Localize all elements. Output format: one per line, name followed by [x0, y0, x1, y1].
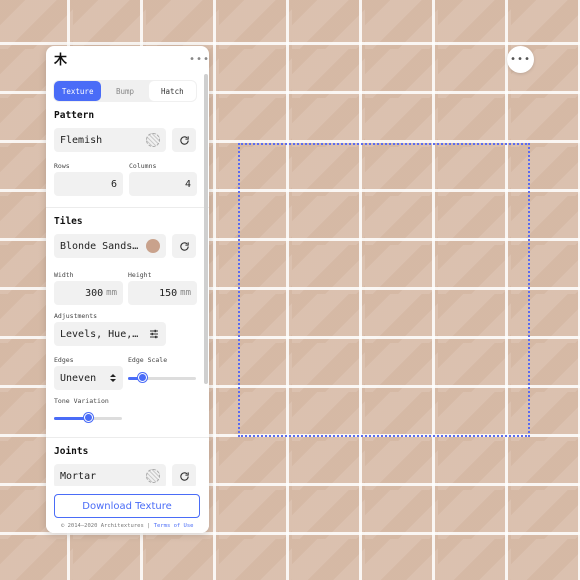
edges-select[interactable]: Uneven: [54, 366, 123, 390]
joint-refresh-button[interactable]: [172, 464, 196, 488]
pattern-select[interactable]: Flemish: [54, 128, 166, 152]
edges-value: Uneven: [60, 372, 97, 384]
tile-color-swatch: [146, 239, 160, 253]
pattern-thumbnail-icon: [146, 133, 160, 147]
rows-label: Rows: [54, 162, 70, 170]
columns-value: 4: [184, 178, 191, 190]
pattern-value: Flemish: [60, 134, 103, 146]
tab-texture[interactable]: Texture: [54, 81, 102, 101]
refresh-icon: [179, 241, 189, 251]
slider-fill: [54, 417, 88, 420]
slider-handle[interactable]: [84, 413, 93, 422]
tile-width-value: 300: [85, 287, 104, 299]
tone-variation-label: Tone Variation: [54, 397, 109, 405]
slider-handle[interactable]: [137, 373, 147, 382]
joint-material-value: Mortar: [60, 470, 97, 482]
sliders-icon: [150, 329, 158, 339]
tone-variation-slider[interactable]: [54, 413, 122, 423]
adjustments-value: Levels, Hue,…: [60, 328, 139, 340]
tile-height-value: 150: [159, 287, 178, 299]
columns-input[interactable]: 4: [129, 172, 197, 196]
pattern-section-title: Pattern: [54, 110, 95, 121]
refresh-icon: [179, 471, 189, 481]
section-divider: [46, 207, 209, 208]
copyright-text: © 2014–2020 Architextures |: [61, 523, 154, 529]
tab-hatch[interactable]: Hatch: [148, 81, 196, 101]
panel-scrollbar[interactable]: [204, 74, 208, 384]
tile-height-input[interactable]: 150 mm: [128, 281, 197, 305]
tab-bump[interactable]: Bump: [101, 81, 148, 101]
edge-scale-slider[interactable]: [128, 373, 196, 383]
columns-label: Columns: [129, 162, 157, 170]
mode-tabs: Texture Bump Hatch: [53, 80, 197, 102]
edges-label: Edges: [54, 356, 74, 364]
panel-more-icon[interactable]: •••: [189, 54, 209, 65]
tile-material-select[interactable]: Blonde Sands…: [54, 234, 166, 258]
tile-refresh-button[interactable]: [172, 234, 196, 258]
tile-material-value: Blonde Sands…: [60, 240, 139, 252]
adjustments-label: Adjustments: [54, 312, 98, 320]
section-divider: [46, 437, 209, 438]
height-label: Height: [128, 271, 152, 279]
select-arrows-icon: [110, 374, 116, 382]
settings-panel: ⽊ ••• Texture Bump Hatch Pattern Flemish…: [46, 46, 209, 533]
more-icon: •••: [509, 54, 532, 65]
rows-value: 6: [110, 178, 117, 190]
terms-link[interactable]: Terms of Use: [154, 523, 194, 529]
tile-repeat-selection: [238, 143, 530, 437]
rows-input[interactable]: 6: [54, 172, 123, 196]
joint-material-select[interactable]: Mortar: [54, 464, 166, 488]
edge-scale-label: Edge Scale: [128, 356, 168, 364]
refresh-icon: [179, 135, 189, 145]
joints-section-title: Joints: [54, 446, 89, 457]
architextures-logo: ⽊: [54, 53, 68, 68]
adjustments-button[interactable]: Levels, Hue,…: [54, 322, 166, 346]
tiles-section-title: Tiles: [54, 216, 83, 227]
width-label: Width: [54, 271, 74, 279]
download-texture-button[interactable]: Download Texture: [54, 494, 200, 518]
tile-width-input[interactable]: 300 mm: [54, 281, 123, 305]
height-unit: mm: [180, 288, 191, 298]
footer-text: © 2014–2020 Architextures | Terms of Use: [61, 523, 193, 529]
canvas-menu-button[interactable]: •••: [507, 46, 534, 73]
mortar-thumbnail-icon: [146, 469, 160, 483]
pattern-refresh-button[interactable]: [172, 128, 196, 152]
width-unit: mm: [106, 288, 117, 298]
